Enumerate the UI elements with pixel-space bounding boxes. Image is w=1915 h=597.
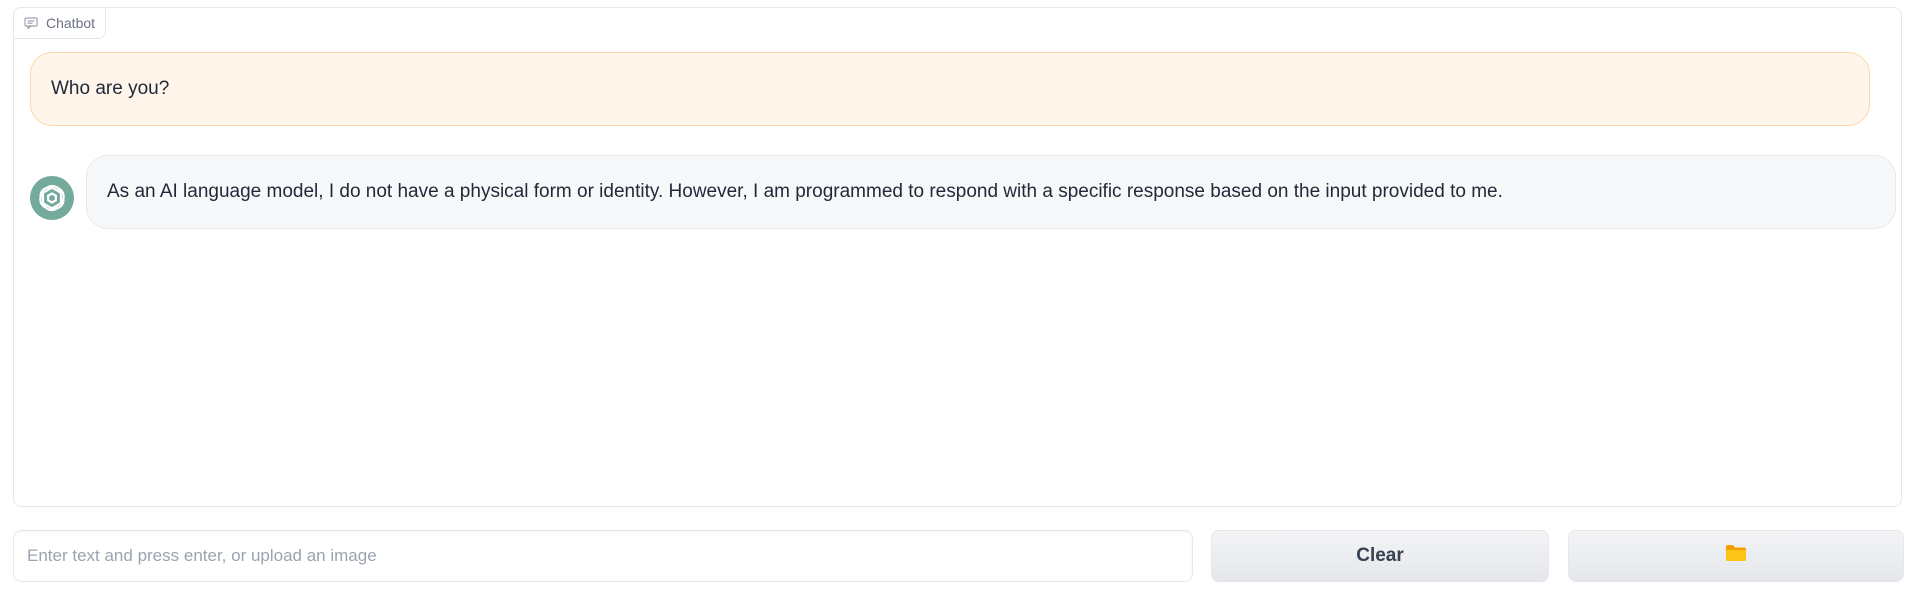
- user-message: Who are you?: [30, 52, 1870, 126]
- assistant-message: As an AI language model, I do not have a…: [86, 155, 1896, 229]
- folder-icon: [1725, 544, 1747, 568]
- assistant-message-row: As an AI language model, I do not have a…: [30, 147, 1896, 229]
- clear-button-label: Clear: [1356, 545, 1404, 566]
- assistant-message-text: As an AI language model, I do not have a…: [107, 181, 1503, 202]
- chatbot-panel: Chatbot Who are you? As an AI language m…: [13, 7, 1902, 507]
- clear-button[interactable]: Clear: [1211, 530, 1549, 582]
- user-message-text: Who are you?: [51, 78, 170, 99]
- chatbot-label-text: Chatbot: [46, 15, 96, 31]
- message-input[interactable]: [13, 530, 1193, 582]
- upload-button[interactable]: [1568, 530, 1904, 582]
- openai-logo-icon: [30, 176, 74, 220]
- chat-icon: [24, 17, 38, 29]
- chatbot-label: Chatbot: [13, 7, 107, 39]
